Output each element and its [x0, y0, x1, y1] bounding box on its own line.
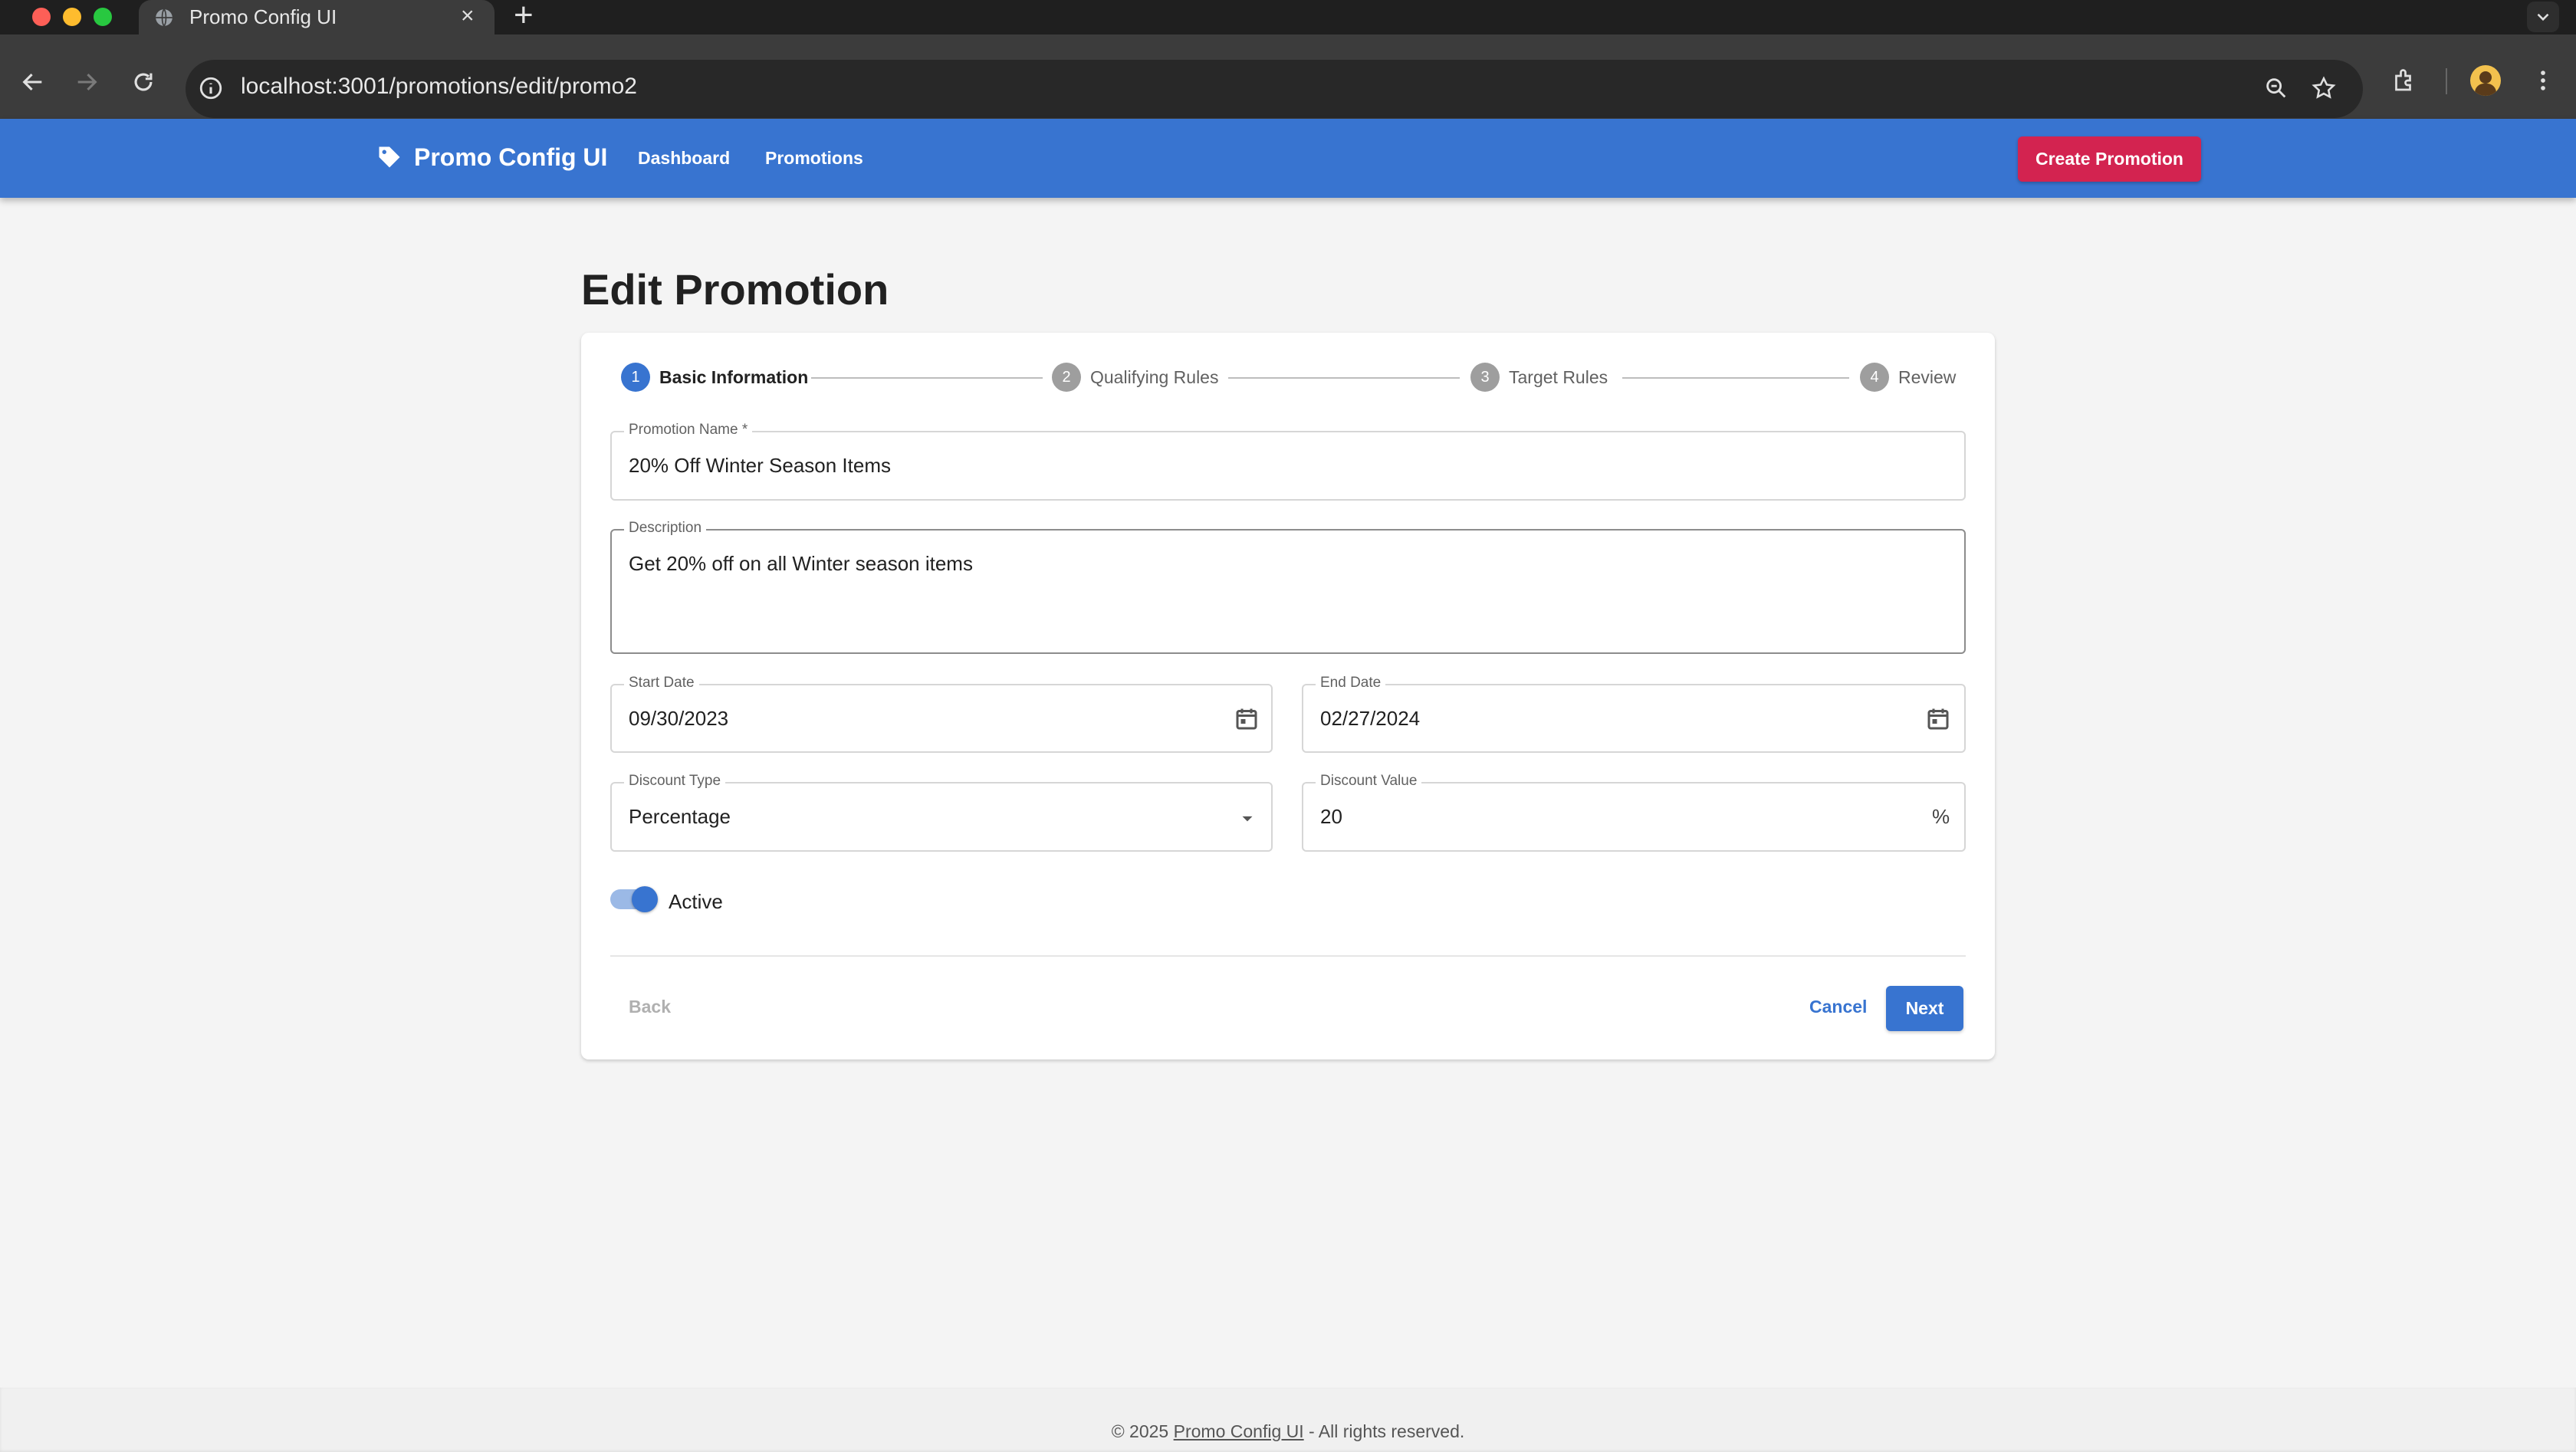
step-qualifying-rules[interactable]: 2 Qualifying Rules [1052, 362, 1218, 393]
discount-type-select[interactable]: Discount Type Percentage [610, 773, 1273, 852]
profile-avatar[interactable] [2470, 65, 2501, 96]
step-number: 3 [1470, 363, 1500, 392]
step-label: Qualifying Rules [1090, 366, 1219, 387]
address-bar[interactable]: localhost:3001/promotions/edit/promo2 [186, 60, 2363, 118]
active-toggle-thumb[interactable] [632, 886, 658, 912]
step-number: 1 [621, 363, 650, 392]
end-date-field[interactable]: End Date 02/27/2024 [1302, 675, 1966, 753]
end-date-input[interactable]: 02/27/2024 [1320, 707, 1420, 731]
percent-suffix: % [1932, 805, 1950, 828]
new-tab-icon[interactable]: + [514, 0, 534, 32]
url-text[interactable]: localhost:3001/promotions/edit/promo2 [241, 74, 637, 100]
extensions-icon[interactable] [2390, 67, 2418, 94]
back-arrow-icon[interactable] [20, 69, 46, 95]
end-date-label: End Date [1316, 675, 1386, 692]
step-connector [1622, 377, 1849, 379]
step-number: 4 [1860, 363, 1889, 392]
tag-icon [379, 146, 400, 168]
nav-promotions[interactable]: Promotions [765, 148, 863, 169]
step-number: 2 [1052, 363, 1081, 392]
discount-value-input[interactable]: 20 [1320, 805, 1342, 829]
maximize-window-button[interactable] [94, 8, 112, 26]
discount-value-field[interactable]: Discount Value 20 % [1302, 773, 1966, 852]
step-basic-information[interactable]: 1 Basic Information [621, 362, 808, 393]
promotion-name-field[interactable]: Promotion Name * 20% Off Winter Season I… [610, 422, 1966, 501]
page-title: Edit Promotion [581, 265, 889, 314]
page-footer: © 2025 Promo Config UI - All rights rese… [0, 1388, 2576, 1452]
tab-search-button[interactable] [2527, 2, 2559, 32]
footer-text: © 2025 Promo Config UI - All rights rese… [0, 1421, 2576, 1442]
step-label: Target Rules [1509, 366, 1608, 387]
tab-title: Promo Config UI [189, 5, 337, 28]
create-promotion-button[interactable]: Create Promotion [2018, 136, 2201, 182]
description-label: Description [624, 520, 707, 537]
step-label: Review [1898, 366, 1957, 387]
menu-kebab-icon[interactable] [2530, 67, 2556, 94]
start-date-input[interactable]: 09/30/2023 [629, 707, 728, 731]
description-textarea[interactable]: Get 20% off on all Winter season items [629, 552, 973, 576]
close-window-button[interactable] [32, 8, 51, 26]
chevron-down-icon [2537, 13, 2549, 21]
footer-brand-link[interactable]: Promo Config UI [1174, 1421, 1304, 1441]
browser-toolbar: localhost:3001/promotions/edit/promo2 [0, 34, 2576, 119]
nav-dashboard[interactable]: Dashboard [638, 148, 730, 169]
active-toggle-label: Active [669, 890, 723, 913]
reload-icon[interactable] [130, 69, 156, 95]
footer-rights: - All rights reserved. [1303, 1421, 1465, 1441]
step-connector [1228, 377, 1460, 379]
calendar-icon[interactable] [1233, 705, 1260, 733]
promotion-name-input[interactable]: 20% Off Winter Season Items [629, 454, 891, 478]
step-label: Basic Information [659, 366, 809, 387]
site-info-icon[interactable] [198, 75, 224, 101]
promotion-name-label: Promotion Name * [624, 422, 753, 439]
form-divider [610, 955, 1966, 957]
calendar-icon[interactable] [1924, 705, 1952, 733]
minimize-window-button[interactable] [63, 8, 81, 26]
discount-type-value[interactable]: Percentage [629, 805, 731, 829]
globe-icon [156, 8, 172, 27]
step-target-rules[interactable]: 3 Target Rules [1470, 362, 1608, 393]
dropdown-arrow-icon[interactable] [1237, 808, 1257, 828]
step-connector [811, 377, 1043, 379]
discount-type-label: Discount Type [624, 773, 726, 790]
cancel-button[interactable]: Cancel [1809, 997, 1867, 1017]
description-field[interactable]: Description Get 20% off on all Winter se… [610, 520, 1966, 654]
brand-title[interactable]: Promo Config UI [414, 143, 607, 172]
back-button[interactable]: Back [629, 997, 671, 1017]
browser-tab[interactable]: Promo Config UI × [139, 0, 495, 34]
footer-copyright: © 2025 [1111, 1421, 1174, 1441]
app-header: Promo Config UI Dashboard Promotions Cre… [0, 119, 2576, 198]
next-button[interactable]: Next [1886, 986, 1963, 1031]
toolbar-divider [2446, 68, 2447, 94]
zoom-icon[interactable] [2263, 75, 2289, 101]
bookmark-star-icon[interactable] [2311, 75, 2337, 101]
start-date-field[interactable]: Start Date 09/30/2023 [610, 675, 1273, 753]
discount-value-label: Discount Value [1316, 773, 1422, 790]
browser-tab-bar: Promo Config UI × + [0, 0, 2576, 34]
forward-arrow-icon[interactable] [74, 69, 100, 95]
close-tab-icon[interactable]: × [461, 3, 475, 29]
start-date-label: Start Date [624, 675, 699, 692]
step-review[interactable]: 4 Review [1860, 362, 1956, 393]
